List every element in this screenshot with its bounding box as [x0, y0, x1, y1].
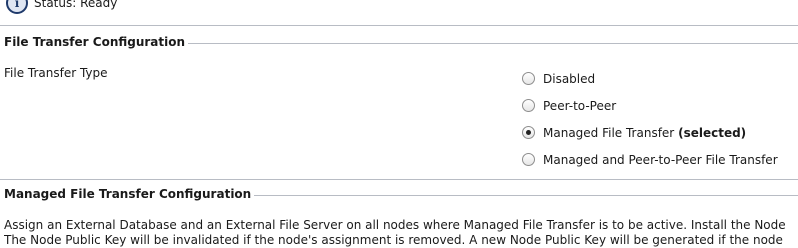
radio-option-disabled[interactable]: Disabled [522, 65, 778, 92]
status-text: Status: Ready [34, 0, 118, 10]
radio-label[interactable]: Managed File Transfer (selected) [543, 126, 746, 140]
section-title: Managed File Transfer Configuration [4, 187, 252, 201]
radio-button[interactable] [522, 99, 535, 112]
section-rule [188, 42, 798, 44]
radio-label[interactable]: Disabled [543, 72, 595, 86]
file-transfer-type-label: File Transfer Type [4, 66, 108, 80]
divider [0, 25, 798, 26]
file-transfer-type-radio-group: Disabled Peer-to-Peer Managed File Trans… [522, 65, 778, 173]
radio-button[interactable] [522, 153, 535, 166]
managed-config-header: Managed File Transfer Configuration [4, 187, 798, 201]
radio-option-managed-file-transfer[interactable]: Managed File Transfer (selected) [522, 119, 778, 146]
description-line: Assign an External Database and an Exter… [4, 218, 786, 232]
radio-option-peer-to-peer[interactable]: Peer-to-Peer [522, 92, 778, 119]
file-transfer-config-header: File Transfer Configuration [4, 35, 798, 49]
radio-button[interactable] [522, 72, 535, 85]
divider [0, 179, 798, 180]
radio-label[interactable]: Peer-to-Peer [543, 99, 616, 113]
radio-label[interactable]: Managed and Peer-to-Peer File Transfer [543, 153, 778, 167]
info-icon: i [6, 0, 28, 14]
section-rule [254, 194, 798, 196]
selected-indicator: (selected) [678, 125, 747, 140]
radio-option-managed-and-p2p[interactable]: Managed and Peer-to-Peer File Transfer [522, 146, 778, 173]
section-title: File Transfer Configuration [4, 35, 186, 49]
radio-button-selected[interactable] [522, 126, 535, 139]
description-line: The Node Public Key will be invalidated … [4, 233, 783, 247]
status-bar: i Status: Ready [0, 0, 118, 14]
